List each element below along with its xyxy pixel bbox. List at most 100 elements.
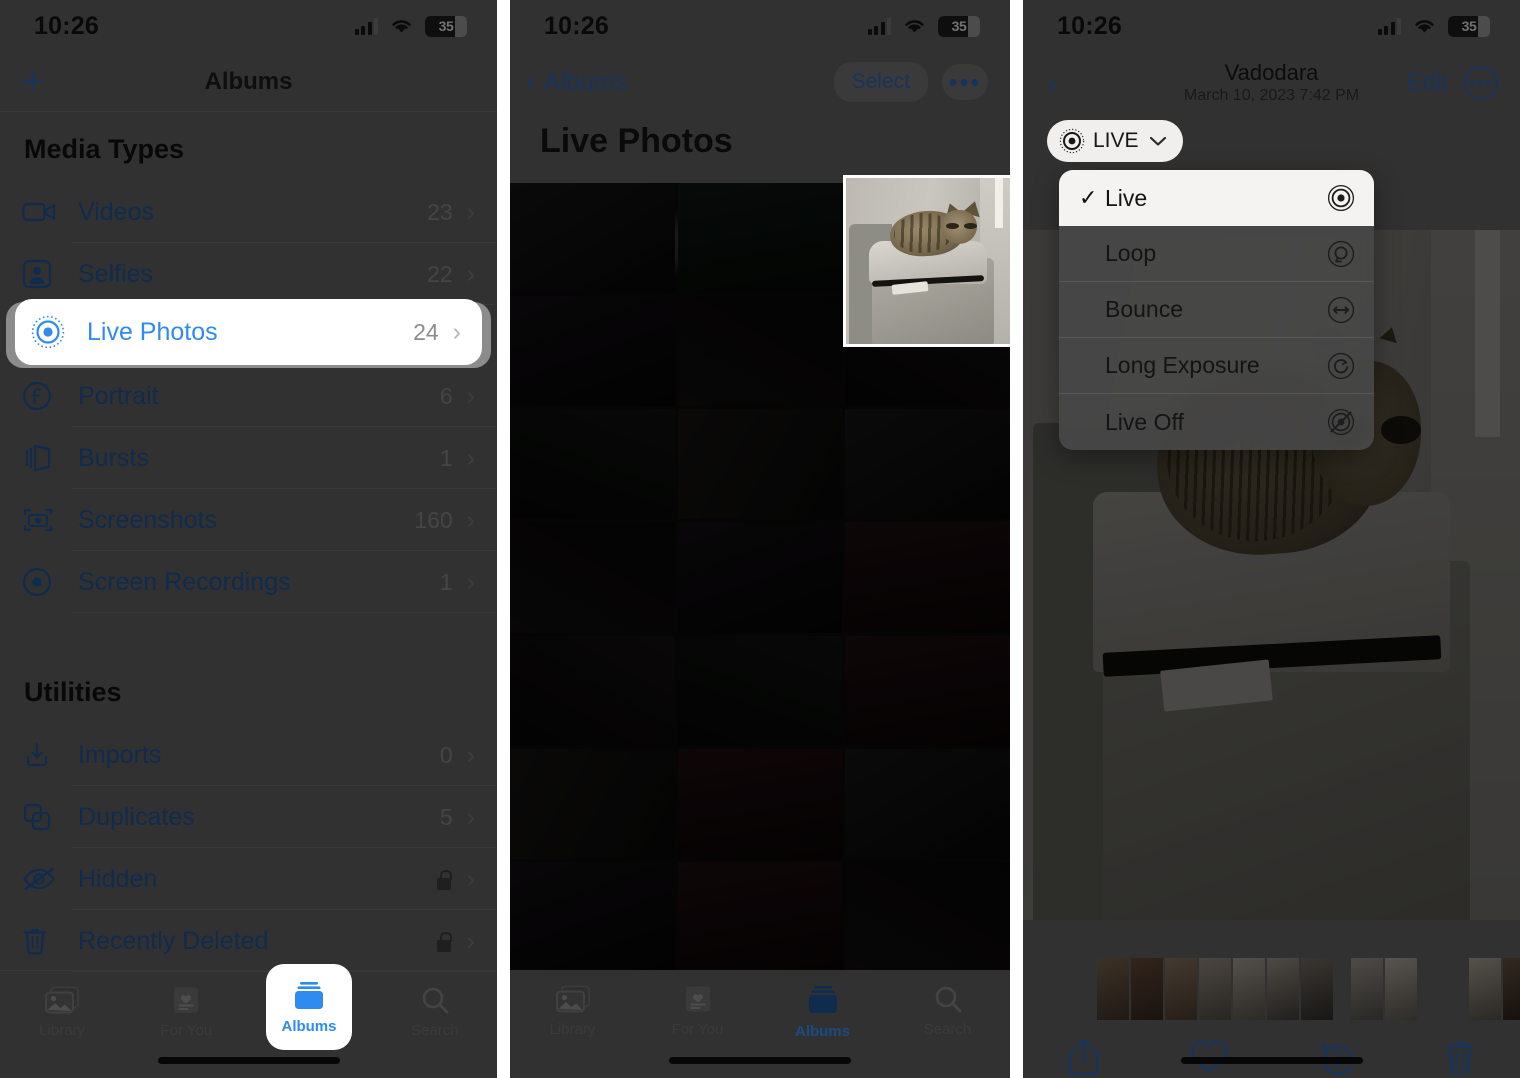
select-button[interactable]: Select (833, 62, 928, 102)
cat-on-ottoman-photo (846, 178, 1010, 344)
menu-item-long-exposure[interactable]: Long Exposure (1059, 338, 1374, 394)
list-item-label: Bursts (78, 443, 149, 472)
list-item-count: 23 (427, 198, 453, 225)
status-indicators: 35 (1377, 15, 1490, 37)
photo-cell[interactable] (510, 861, 675, 972)
photo-cell[interactable] (510, 635, 675, 746)
tab-search[interactable]: Search (893, 984, 1003, 1038)
live-mode-menu: ✓ Live Loop Bounce Long Exposure Live Of… (1059, 170, 1374, 450)
filmstrip-thumb[interactable] (1503, 958, 1520, 1020)
list-item-selfies[interactable]: Selfies 22 › (0, 243, 497, 305)
list-item-duplicates[interactable]: Duplicates 5 › (0, 786, 497, 848)
list-item-label: Imports (78, 740, 162, 769)
status-time: 10:26 (1057, 11, 1122, 40)
list-item-hidden[interactable]: Hidden › (0, 848, 497, 910)
filmstrip-thumb[interactable] (1435, 958, 1467, 1020)
photo-cell[interactable] (510, 748, 675, 859)
filmstrip-thumb[interactable] (1469, 958, 1501, 1020)
list-item-screen-recordings[interactable]: Screen Recordings 1 › (0, 551, 497, 613)
share-icon[interactable] (1067, 1037, 1101, 1077)
list-item-label: Selfies (78, 259, 154, 288)
home-indicator (1180, 1057, 1363, 1064)
tab-library[interactable]: Library (518, 984, 628, 1038)
list-item-portrait[interactable]: Portrait 6 › (0, 365, 497, 427)
menu-item-loop[interactable]: Loop (1059, 226, 1374, 282)
photo-cell[interactable] (845, 522, 1010, 633)
photo-cell[interactable] (845, 748, 1010, 859)
photo-cell[interactable] (677, 861, 843, 972)
photo-cell[interactable] (510, 183, 675, 294)
list-item-screenshots[interactable]: Screenshots 160 › (0, 489, 497, 551)
list-item-imports[interactable]: Imports 0 › (0, 724, 497, 786)
list-item-live-photos-highlighted[interactable]: Live Photos 24 › (18, 302, 479, 362)
wifi-icon (902, 17, 927, 35)
photo-cell[interactable] (510, 522, 675, 633)
filmstrip-thumb[interactable] (1267, 958, 1299, 1020)
photo-cell[interactable] (845, 861, 1010, 972)
status-bar: 10:26 35 (510, 0, 1010, 52)
panel-live-photos-grid: 10:26 35 ‹ Albums Select ••• Live Photos… (510, 0, 1010, 1078)
filmstrip-thumb[interactable] (1351, 958, 1383, 1020)
chevron-right-icon: › (466, 505, 475, 534)
photo-cell[interactable] (677, 296, 843, 407)
photo-cell[interactable] (677, 183, 843, 294)
menu-item-bounce[interactable]: Bounce (1059, 282, 1374, 338)
live-mode-badge[interactable]: LIVE (1047, 120, 1183, 162)
photo-cell[interactable] (845, 409, 1010, 520)
menu-item-label: Bounce (1105, 296, 1184, 322)
battery-level: 35 (1461, 18, 1477, 34)
screenshot-stage: 10:26 35 + Albums Media Types Videos 23 … (0, 0, 1520, 1078)
duplicates-icon (22, 802, 68, 832)
photo-cell[interactable] (677, 635, 843, 746)
filmstrip-thumb[interactable] (1233, 958, 1265, 1020)
filmstrip-thumb[interactable] (1165, 958, 1197, 1020)
list-item-count: 1 (439, 568, 453, 595)
photo-meta: Vadodara March 10, 2023 7:42 PM (1184, 60, 1359, 107)
filmstrip-thumb[interactable] (1131, 958, 1163, 1020)
list-item-bursts[interactable]: Bursts 1 › (0, 427, 497, 489)
more-options-button[interactable]: ••• (942, 64, 988, 100)
filmstrip-thumb[interactable] (1301, 958, 1333, 1020)
chevron-right-icon: › (466, 864, 475, 893)
menu-item-live-off[interactable]: Live Off (1059, 394, 1374, 450)
filmstrip-thumb[interactable] (1385, 958, 1417, 1020)
back-to-albums-button[interactable]: ‹ Albums (526, 67, 627, 97)
photo-cell[interactable] (677, 409, 843, 520)
library-photos-icon (44, 985, 80, 1015)
add-album-button[interactable]: + (22, 63, 44, 101)
photo-cell[interactable] (677, 522, 843, 633)
lock-icon (435, 930, 453, 952)
trash-icon[interactable] (1444, 1038, 1476, 1076)
live-off-icon (1326, 407, 1356, 437)
tab-search[interactable]: Search (380, 985, 490, 1039)
wifi-icon (389, 17, 414, 35)
photo-filmstrip[interactable] (1023, 958, 1520, 1020)
edit-button[interactable]: Edit (1407, 69, 1448, 97)
list-item-videos[interactable]: Videos 23 › (0, 181, 497, 243)
list-item-count: 1 (439, 444, 453, 471)
photo-cell[interactable] (510, 296, 675, 407)
photo-cell[interactable] (677, 748, 843, 859)
filmstrip-thumb[interactable] (1199, 958, 1231, 1020)
tab-albums[interactable]: Albums (768, 984, 878, 1040)
photo-thumbnail-highlighted[interactable] (843, 175, 1010, 347)
photo-cell[interactable] (510, 409, 675, 520)
back-button[interactable]: ‹ (1047, 67, 1058, 99)
tab-library[interactable]: Library (7, 985, 117, 1039)
filmstrip-thumb[interactable] (1097, 958, 1129, 1020)
photo-datetime: March 10, 2023 7:42 PM (1183, 86, 1360, 104)
albums-stack-icon (805, 984, 841, 1016)
navigation-bar: ‹ Vadodara March 10, 2023 7:42 PM Edit •… (1023, 52, 1520, 114)
tab-for-you[interactable]: For You (643, 984, 753, 1038)
photo-cell[interactable] (845, 635, 1010, 746)
tab-for-you[interactable]: For You (131, 985, 241, 1039)
menu-item-live[interactable]: ✓ Live (1059, 170, 1374, 226)
tab-albums-highlighted[interactable]: Albums (266, 964, 352, 1050)
more-options-button[interactable]: ••• (1464, 66, 1498, 100)
cellular-signal-icon (1377, 17, 1401, 35)
photo-toolbar (1023, 1027, 1520, 1078)
list-item-count: 22 (427, 260, 453, 287)
list-item-recently-deleted[interactable]: Recently Deleted › (0, 910, 497, 972)
hidden-eye-slash-icon (22, 866, 68, 892)
chevron-right-icon: › (466, 802, 475, 831)
